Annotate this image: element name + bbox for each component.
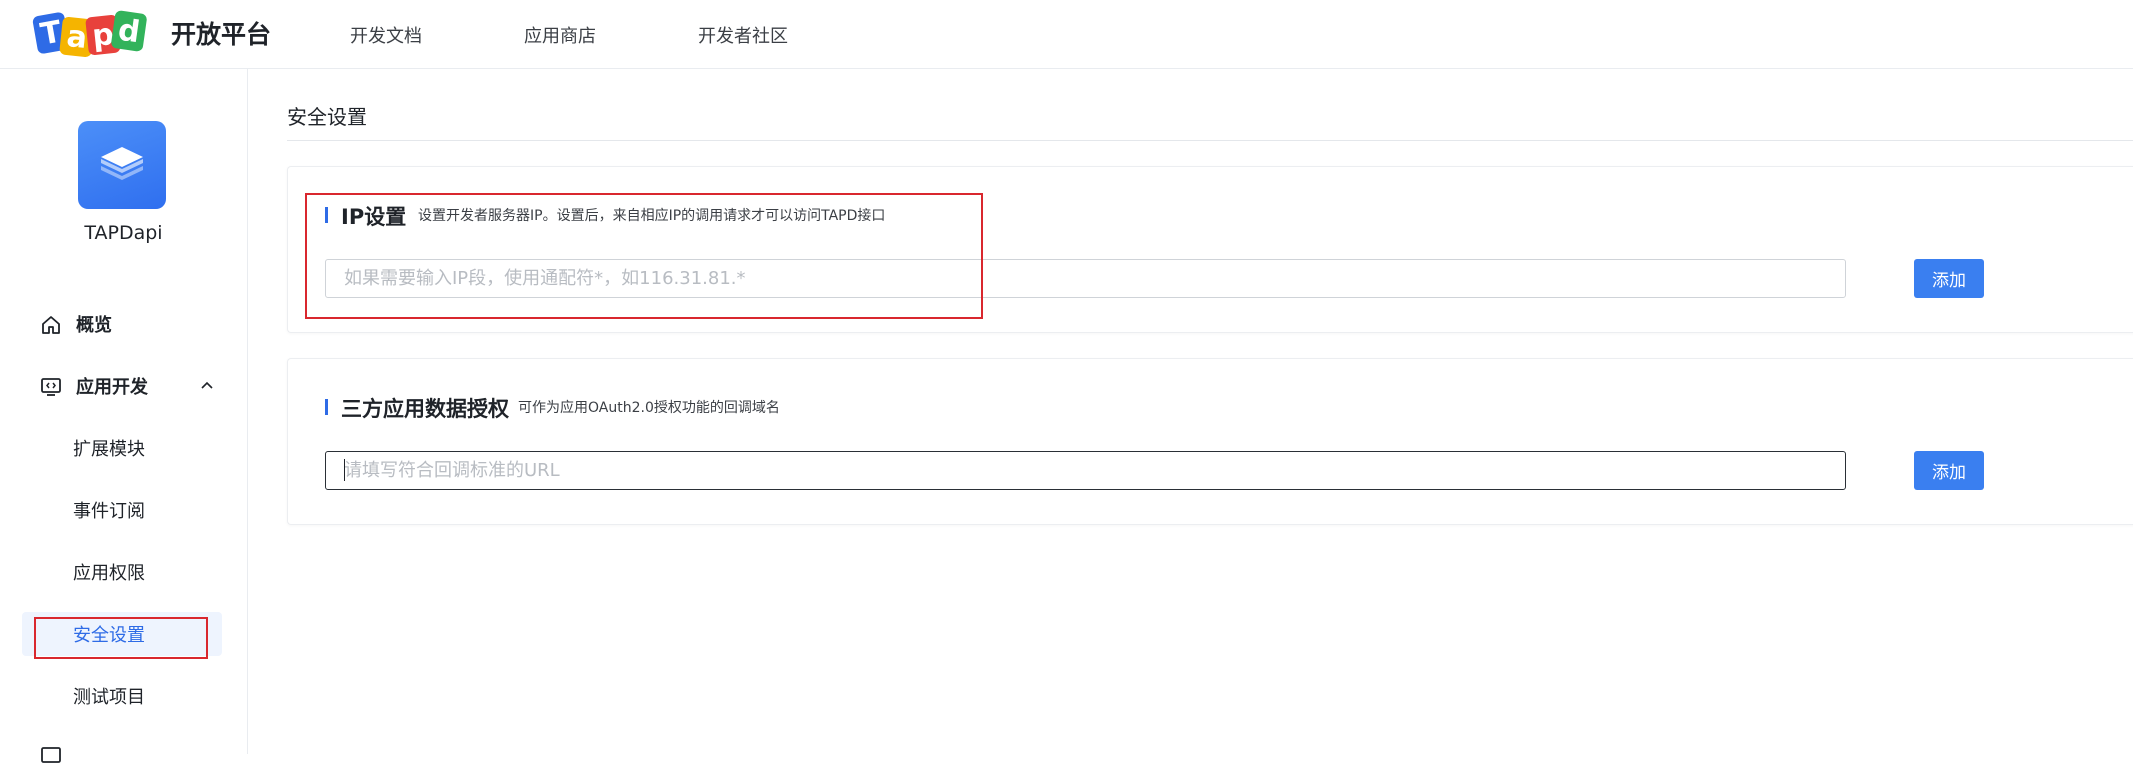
sidebar-subitem-test-project[interactable]: 测试项目 [0, 674, 247, 718]
nav-link-docs[interactable]: 开发文档 [350, 22, 422, 48]
sidebar-subitem-label: 应用权限 [73, 563, 145, 584]
sidebar-item-app-dev[interactable]: 应用开发 [0, 364, 247, 408]
chevron-up-icon[interactable] [198, 377, 216, 395]
text-caret [344, 459, 345, 481]
sidebar-item-overview[interactable]: 概览 [0, 302, 247, 346]
menu-icon [41, 747, 61, 763]
divider [287, 140, 2133, 141]
logo-letter: d [110, 9, 148, 53]
sidebar-subitem-permissions[interactable]: 应用权限 [0, 550, 247, 594]
add-ip-button[interactable]: 添加 [1914, 259, 1984, 298]
sidebar-item-next[interactable] [0, 732, 247, 776]
callback-url-input[interactable] [325, 451, 1846, 490]
app-name: TAPDapi [84, 222, 163, 244]
oauth-section-title: 三方应用数据授权 [341, 397, 509, 421]
layers-icon [101, 147, 143, 180]
top-nav-bar: T a p d 开放平台 开发文档 应用商店 开发者社区 [0, 0, 2133, 69]
tapd-logo[interactable]: T a p d [31, 9, 148, 58]
home-icon [42, 316, 60, 334]
oauth-section-description: 可作为应用OAuth2.0授权功能的回调域名 [518, 400, 780, 416]
code-window-icon [41, 378, 61, 396]
sidebar-item-label: 应用开发 [76, 377, 148, 398]
oauth-settings-card: 三方应用数据授权 可作为应用OAuth2.0授权功能的回调域名 添加 [287, 358, 2133, 525]
page-title: 安全设置 [287, 105, 367, 129]
app-icon [78, 121, 166, 209]
sidebar-subitem-label: 扩展模块 [73, 439, 145, 460]
brand-title[interactable]: 开放平台 [171, 15, 271, 51]
highlight-outline-ip-settings [305, 193, 983, 319]
highlight-outline-security [34, 617, 208, 659]
sidebar-subitem-events[interactable]: 事件订阅 [0, 488, 247, 532]
nav-link-store[interactable]: 应用商店 [524, 22, 596, 48]
sidebar-subitem-label: 事件订阅 [73, 501, 145, 522]
sidebar-item-label: 概览 [76, 315, 112, 336]
sidebar-subitem-extension[interactable]: 扩展模块 [0, 426, 247, 470]
nav-link-community[interactable]: 开发者社区 [698, 22, 788, 48]
add-url-button[interactable]: 添加 [1914, 451, 1984, 490]
section-accent-bar [325, 399, 328, 415]
sidebar-subitem-label: 测试项目 [73, 687, 145, 708]
